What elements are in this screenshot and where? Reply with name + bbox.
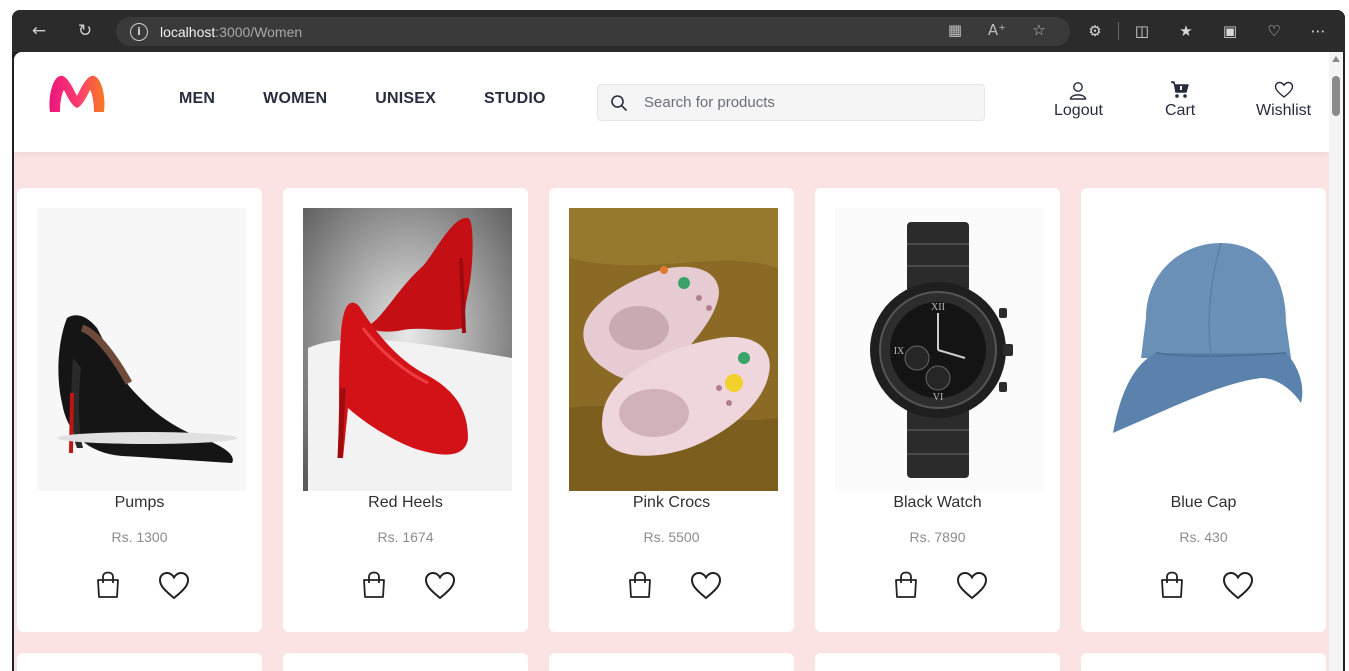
page-viewport: MEN WOMEN UNISEX STUDIO Logout [14, 52, 1343, 671]
product-name: Pink Crocs [632, 494, 711, 511]
logout-label: Logout [1054, 102, 1103, 119]
brand-logo[interactable] [46, 72, 108, 114]
add-to-bag-icon[interactable] [361, 571, 387, 599]
split-screen-icon[interactable]: ◫ [1127, 16, 1157, 46]
product-name: Red Heels [368, 494, 443, 511]
svg-text:VI: VI [933, 392, 944, 403]
product-card[interactable] [1081, 653, 1326, 671]
product-card[interactable]: Blue Cap Rs. 430 [1081, 188, 1326, 632]
scroll-up-arrow-icon[interactable] [1332, 56, 1340, 62]
wishlist-label: Wishlist [1256, 102, 1312, 119]
add-to-bag-icon[interactable] [627, 571, 653, 599]
wishlist-heart-icon[interactable] [158, 571, 190, 601]
url-host: localhost [160, 23, 216, 40]
reload-icon[interactable]: ↻ [70, 16, 100, 46]
product-price: Rs. 5500 [643, 529, 700, 545]
browser-window: ← ↻ i localhost:3000/Women ▦ A⁺ ☆ ⚙ ◫ ★ … [12, 10, 1345, 671]
app-available-icon[interactable]: ▦ [944, 21, 966, 39]
product-price: Rs. 1300 [111, 529, 168, 545]
heart-icon [1274, 81, 1293, 98]
add-to-bag-icon[interactable] [95, 571, 121, 599]
product-price: Rs. 430 [1179, 529, 1228, 545]
product-image-blue-cap[interactable] [1101, 208, 1310, 491]
product-card[interactable] [549, 653, 794, 671]
product-card[interactable]: Pumps Rs. 1300 [17, 188, 262, 632]
nav-studio[interactable]: STUDIO [484, 90, 546, 108]
read-aloud-icon[interactable]: A⁺ [986, 21, 1008, 39]
site-info-icon[interactable]: i [130, 22, 148, 41]
user-icon [1070, 82, 1087, 100]
extensions-icon[interactable]: ⚙ [1080, 16, 1110, 46]
wishlist-heart-icon[interactable] [424, 571, 456, 601]
product-card[interactable] [17, 653, 262, 671]
product-image-black-watch[interactable]: XII VI IX [835, 208, 1044, 491]
cart-button[interactable]: Cart [1165, 80, 1195, 120]
product-card[interactable]: XII VI IX Black Watch Rs. 7890 [815, 188, 1060, 632]
nav-men[interactable]: MEN [179, 90, 215, 108]
svg-text:XII: XII [931, 302, 945, 313]
wishlist-heart-icon[interactable] [956, 571, 988, 601]
back-arrow-icon[interactable]: ← [24, 16, 54, 46]
more-menu-icon[interactable]: ⋯ [1303, 16, 1333, 46]
collections-icon[interactable]: ▣ [1215, 16, 1245, 46]
wishlist-heart-icon[interactable] [690, 571, 722, 601]
product-image-pumps[interactable] [37, 208, 246, 491]
favorite-star-icon[interactable]: ☆ [1028, 21, 1050, 39]
product-card[interactable] [815, 653, 1060, 671]
cart-icon [1171, 81, 1189, 98]
nav-unisex[interactable]: UNISEX [375, 90, 436, 108]
add-to-bag-icon[interactable] [893, 571, 919, 599]
search-input[interactable] [644, 94, 964, 111]
product-price: Rs. 1674 [377, 529, 434, 545]
logout-button[interactable]: Logout [1054, 80, 1103, 120]
main-nav: MEN WOMEN UNISEX STUDIO [179, 90, 594, 108]
product-name: Pumps [114, 494, 165, 511]
add-to-bag-icon[interactable] [1159, 571, 1185, 599]
product-image-red-heels[interactable] [303, 208, 512, 491]
site-header: MEN WOMEN UNISEX STUDIO Logout [14, 52, 1329, 152]
cart-label: Cart [1165, 102, 1196, 119]
search-icon[interactable] [610, 94, 628, 112]
product-name: Blue Cap [1170, 494, 1237, 511]
nav-women[interactable]: WOMEN [263, 90, 327, 108]
svg-text:IX: IX [894, 346, 905, 357]
product-price: Rs. 7890 [909, 529, 966, 545]
product-image-pink-crocs[interactable] [569, 208, 778, 491]
url-path: :3000/Women [215, 23, 303, 40]
product-name: Black Watch [893, 494, 982, 511]
wishlist-heart-icon[interactable] [1222, 571, 1254, 601]
address-bar[interactable]: i localhost:3000/Women ▦ A⁺ ☆ [116, 17, 1070, 46]
browser-essentials-icon[interactable]: ♡ [1259, 16, 1289, 46]
scroll-thumb[interactable] [1332, 76, 1340, 116]
search-box [597, 84, 985, 121]
wishlist-button[interactable]: Wishlist [1256, 80, 1311, 120]
favorites-icon[interactable]: ★ [1171, 16, 1201, 46]
browser-toolbar: ← ↻ i localhost:3000/Women ▦ A⁺ ☆ ⚙ ◫ ★ … [12, 10, 1345, 52]
product-card[interactable] [283, 653, 528, 671]
page-scrollbar[interactable] [1329, 52, 1343, 671]
toolbar-divider [1118, 22, 1119, 40]
product-card[interactable]: Pink Crocs Rs. 5500 [549, 188, 794, 632]
product-card[interactable]: Red Heels Rs. 1674 [283, 188, 528, 632]
